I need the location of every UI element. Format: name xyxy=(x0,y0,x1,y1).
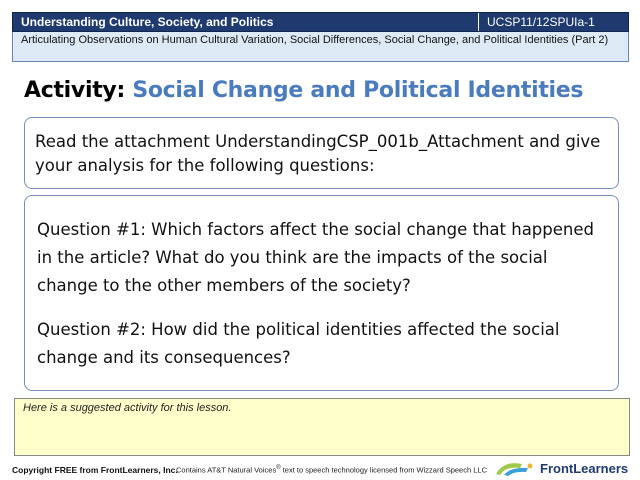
questions-box: Question #1: Which factors affect the so… xyxy=(24,195,619,391)
activity-heading: Activity: Social Change and Political Id… xyxy=(24,78,583,103)
frontlearners-logo-icon xyxy=(496,463,533,476)
frontlearners-logo: FrontLearners xyxy=(492,458,628,478)
notes-panel: Here is a suggested activity for this le… xyxy=(14,398,630,456)
question-1: Question #1: Which factors affect the so… xyxy=(37,220,594,295)
lesson-subtitle: Articulating Observations on Human Cultu… xyxy=(12,32,629,62)
instructions-box: Read the attachment UnderstandingCSP_001… xyxy=(24,117,619,189)
footer-copyright: Copyright FREE from FrontLearners, Inc. xyxy=(12,465,178,475)
course-title: Understanding Culture, Society, and Poli… xyxy=(21,15,274,29)
activity-label: Activity: xyxy=(24,78,125,103)
question-2: Question #2: How did the political ident… xyxy=(37,320,560,367)
course-code: UCSP11/12SPUIa-1 xyxy=(478,13,628,31)
course-header-bar: Understanding Culture, Society, and Poli… xyxy=(12,12,629,32)
activity-name: Social Change and Political Identities xyxy=(132,78,584,103)
footer: Copyright FREE from FrontLearners, Inc. … xyxy=(12,461,628,478)
footer-voices-after: text to speech technology licensed from … xyxy=(280,465,487,475)
notes-text: Here is a suggested activity for this le… xyxy=(23,402,232,414)
frontlearners-logo-text: FrontLearners xyxy=(540,460,629,476)
footer-voices-before: Contains AT&T Natural Voices xyxy=(176,465,277,475)
footer-voices-credit: Contains AT&T Natural Voices® text to sp… xyxy=(176,465,487,475)
instructions-text: Read the attachment UnderstandingCSP_001… xyxy=(35,132,601,175)
